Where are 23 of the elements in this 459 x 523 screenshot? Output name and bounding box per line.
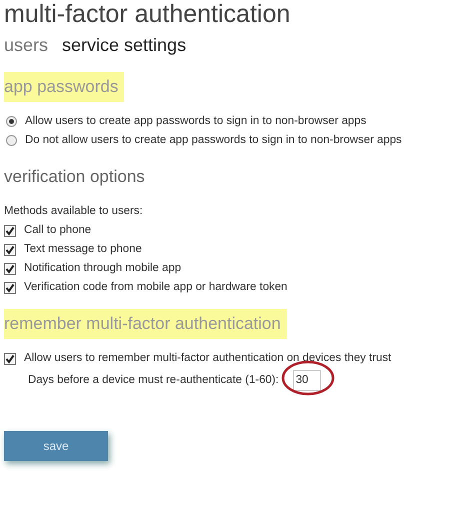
checkbox[interactable] — [4, 352, 16, 364]
option-label: Verification code from mobile app or hardware token — [24, 280, 288, 295]
tab[interactable]: users — [4, 34, 48, 56]
methods-label: Methods available to users: — [4, 204, 143, 219]
radio-button[interactable] — [6, 116, 17, 127]
option-label: Text message to phone — [24, 242, 142, 257]
page-title: multi-factor authentication — [4, 0, 292, 28]
checkbox[interactable] — [4, 262, 16, 274]
option-label: Notification through mobile app — [24, 261, 182, 276]
checkbox[interactable] — [4, 282, 16, 294]
option-label: Allow users to remember multi-factor authentication on devices they trust — [24, 351, 392, 366]
option-label: Days before a device must re-authenticate (1-60): — [28, 373, 279, 388]
checkbox[interactable] — [4, 244, 16, 256]
days-input[interactable]: 30 — [292, 370, 321, 391]
option-label: Allow users to create app passwords to sign in to non-browser apps — [25, 114, 366, 129]
tab[interactable]: service settings — [62, 34, 186, 56]
radio-button[interactable] — [6, 135, 17, 146]
option-label: Call to phone — [24, 223, 92, 238]
option-label: Do not allow users to create app passwords to sign in to non-browser apps — [25, 133, 402, 148]
section-heading: app passwords — [4, 72, 124, 102]
section-heading: verification options — [4, 166, 145, 188]
section-heading: remember multi-factor authentication — [4, 309, 287, 339]
checkbox[interactable] — [4, 224, 16, 236]
